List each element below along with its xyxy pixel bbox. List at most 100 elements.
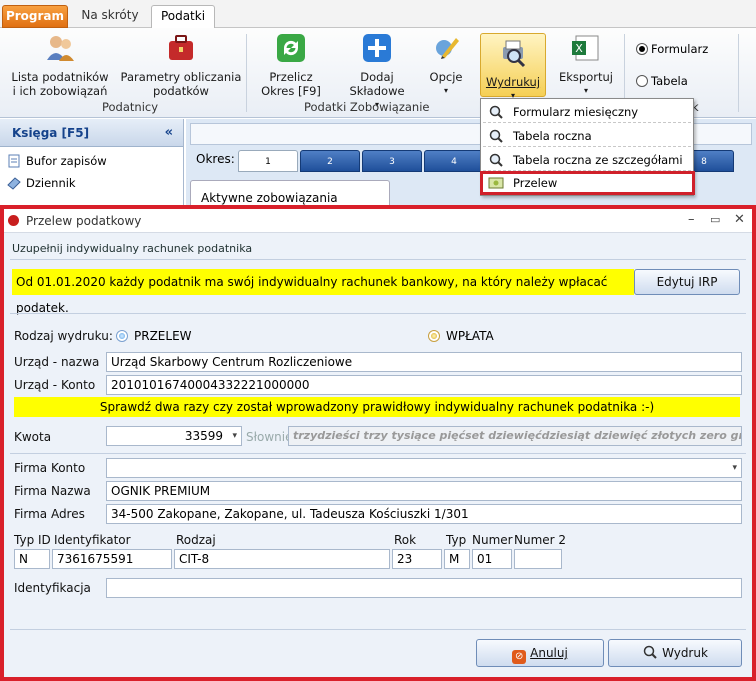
menu-item-formularz-miesieczny[interactable]: Formularz miesięczny [483, 101, 691, 123]
dodaj-skladowe-label: Dodaj Składowe [349, 70, 405, 98]
radio-dot-checked [116, 330, 128, 342]
przelicz-button[interactable]: Przelicz Okres [F9] [258, 32, 324, 98]
rok-label: Rok [394, 533, 417, 547]
journal-icon [7, 177, 21, 190]
divider [10, 259, 746, 260]
tab-podatki[interactable]: Podatki [151, 5, 215, 29]
radio-wplata[interactable]: WPŁATA [428, 329, 494, 343]
anuluj-label: Anuluj [530, 646, 568, 660]
svg-text:X: X [575, 42, 583, 55]
ksiega-title: Księga [F5] [12, 126, 90, 140]
refresh-icon [277, 34, 305, 62]
lista-podatnikow-button[interactable]: Lista podatników i ich zobowiązań [8, 32, 112, 98]
kwota-value: 33599 [184, 429, 223, 443]
radio-przelew[interactable]: PRZELEW [116, 329, 192, 343]
przelew-podatkowy-dialog: Przelew podatkowy – ▭ ✕ Uzupełnij indywi… [0, 205, 756, 681]
radio-formularz[interactable]: Formularz [636, 42, 708, 56]
magnifier-icon [489, 129, 503, 143]
firma-konto-field[interactable]: ▾ [106, 458, 742, 478]
menu-item-label: Przelew [513, 176, 558, 190]
numer-field[interactable]: 01 [472, 549, 512, 569]
firma-konto-label: Firma Konto [14, 461, 86, 475]
okres-tab-2[interactable]: 2 [300, 150, 360, 172]
urzad-konto-field[interactable]: 20101016740004332221000000 [106, 375, 742, 395]
okres-tab-1[interactable]: 1 [238, 150, 298, 172]
document-icon [8, 154, 20, 168]
firma-adres-label: Firma Adres [14, 507, 85, 521]
slownie-field: trzydzieści trzy tysiące pięćset dziewię… [288, 426, 742, 446]
okres-tab-4[interactable]: 4 [424, 150, 484, 172]
nav-dziennik[interactable]: Dziennik [0, 172, 183, 194]
collapse-icon[interactable]: « [165, 119, 173, 147]
maximize-icon[interactable]: ▭ [710, 213, 720, 226]
rok-field[interactable]: 23 [392, 549, 442, 569]
menu-item-label: Tabela roczna ze szczegółami [513, 153, 683, 167]
briefcase-icon [169, 35, 193, 60]
radio-przelew-label: PRZELEW [134, 329, 192, 343]
print-preview-icon [503, 40, 526, 68]
rodzaj-field[interactable]: CIT-8 [174, 549, 390, 569]
print-preview-icon [643, 645, 657, 659]
ribbon-divider [738, 34, 739, 112]
tab-na-skroty[interactable]: Na skróty [74, 5, 146, 28]
typ-id-field[interactable]: N [14, 549, 50, 569]
chevron-down-icon[interactable]: ▾ [732, 459, 737, 477]
menu-item-tabela-roczna-szczegoly[interactable]: Tabela roczna ze szczegółami [483, 149, 691, 171]
firma-adres-field[interactable]: 34-500 Zakopane, Zakopane, ul. Tadeusza … [106, 504, 742, 524]
close-icon[interactable]: ✕ [734, 212, 745, 227]
menu-item-tabela-roczna[interactable]: Tabela roczna [483, 125, 691, 147]
radio-tabela[interactable]: Tabela [636, 74, 688, 88]
excel-icon: X [572, 35, 599, 61]
money-transfer-icon [488, 177, 504, 189]
urzad-nazwa-field[interactable]: Urząd Skarbowy Centrum Rozliczeniowe [106, 352, 742, 372]
firma-nazwa-field[interactable]: OGNIK PREMIUM [106, 481, 742, 501]
chevron-down-icon[interactable]: ▾ [232, 427, 237, 445]
wydruk-button[interactable]: Wydruk [608, 639, 742, 667]
urzad-konto-label: Urząd - Konto [14, 378, 96, 392]
urzad-nazwa-label: Urząd - nazwa [14, 355, 100, 369]
menu-item-przelew[interactable]: Przelew [480, 171, 695, 195]
parametry-button[interactable]: Parametry obliczania podatków [120, 32, 242, 98]
rodzaj-wydruku-label: Rodzaj wydruku: [14, 329, 113, 343]
nav-bufor-zapisow[interactable]: Bufor zapisów [0, 150, 183, 172]
radio-wplata-label: WPŁATA [446, 329, 494, 343]
identyfikacja-field[interactable] [106, 578, 742, 598]
nav-label: Dziennik [26, 176, 76, 190]
edytuj-irp-button[interactable]: Edytuj IRP [634, 269, 740, 295]
menu-item-label: Formularz miesięczny [513, 105, 639, 119]
identyfikator-label: Identyfikator [54, 533, 131, 547]
anuluj-button[interactable]: ⊘ Anuluj [476, 639, 604, 667]
divider [10, 629, 746, 630]
ribbon-tabs: Program Na skróty Podatki [0, 0, 756, 29]
dialog-subtitle: Uzupełnij indywidualny rachunek podatnik… [12, 242, 253, 255]
menu-item-label: Tabela roczna [513, 129, 592, 143]
wydruk-label: Wydruk [662, 646, 708, 660]
numer2-field[interactable] [514, 549, 562, 569]
typ-field[interactable]: M [444, 549, 470, 569]
kwota-field[interactable]: 33599 ▾ [106, 426, 242, 446]
tab-program[interactable]: Program [2, 5, 68, 28]
firma-nazwa-label: Firma Nazwa [14, 484, 91, 498]
divider [10, 313, 746, 314]
minimize-icon[interactable]: – [688, 212, 695, 227]
magnifier-icon [489, 153, 503, 167]
app-logo-icon [8, 215, 19, 226]
wydrukuj-label: Wydrukuj [485, 75, 541, 89]
radio-formularz-label: Formularz [651, 42, 709, 56]
typ-label: Typ [446, 533, 467, 547]
typ-id-label: Typ ID [14, 533, 51, 547]
group-podatnicy: Podatnicy [102, 100, 159, 114]
okres-tab-3[interactable]: 3 [362, 150, 422, 172]
rodzaj-label: Rodzaj [176, 533, 216, 547]
wydrukuj-button[interactable]: Wydrukuj ▾ [480, 33, 546, 100]
chevron-down-icon: ▾ [443, 86, 448, 95]
opcje-button[interactable]: Opcje ▾ [424, 32, 468, 98]
eksportuj-button[interactable]: X Eksportuj ▾ [556, 32, 616, 98]
kwota-label: Kwota [14, 430, 52, 444]
identyfikator-field[interactable]: 7361675591 [52, 549, 172, 569]
ksiega-header[interactable]: Księga [F5] « [0, 119, 183, 147]
parametry-label: Parametry obliczania podatków [120, 70, 242, 98]
users-icon [47, 36, 74, 61]
wydrukuj-menu: Formularz miesięczny Tabela roczna Tabel… [480, 98, 695, 196]
plus-icon [363, 34, 391, 62]
